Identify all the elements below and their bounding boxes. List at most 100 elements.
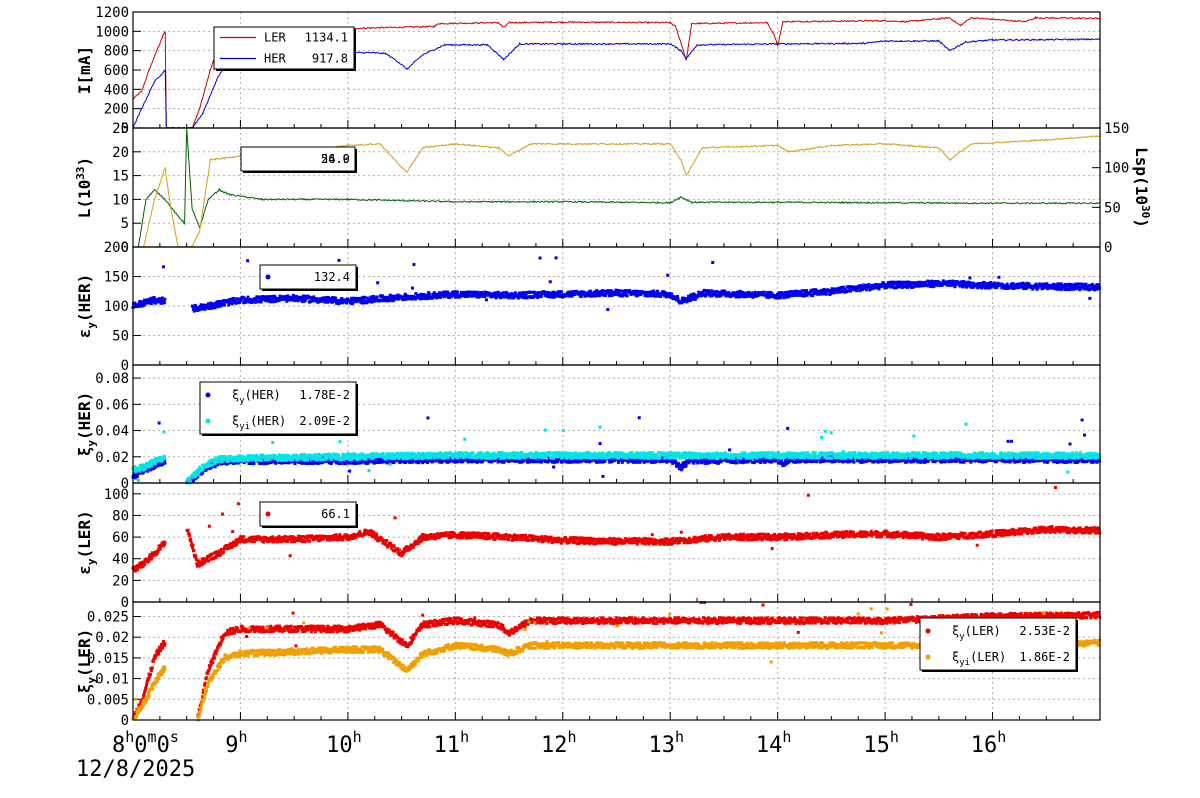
y2-tick-label: 50 [1104, 200, 1121, 216]
data-point [222, 303, 226, 307]
data-point [538, 256, 542, 260]
y-tick-label: 5 [121, 216, 129, 232]
data-point [348, 469, 352, 473]
data-point [692, 461, 696, 465]
y-tick-label: 50 [112, 329, 129, 345]
y-axis-label: I[mA] [75, 46, 94, 94]
data-point [1096, 283, 1100, 287]
data-point [753, 290, 757, 294]
data-point [135, 475, 139, 479]
y-tick-label: 0.06 [95, 397, 129, 413]
data-point [598, 442, 602, 446]
data-point [501, 291, 505, 295]
data-point [455, 290, 459, 294]
y-axis-label: εy(HER) [75, 274, 98, 338]
grid [133, 127, 1100, 247]
data-point [388, 462, 392, 466]
data-point [375, 295, 379, 299]
data-point [852, 460, 856, 464]
data-point [484, 298, 488, 302]
data-point [136, 478, 140, 482]
data-point [410, 286, 414, 290]
data-point [325, 457, 329, 461]
data-point [367, 469, 371, 473]
data-point [684, 463, 688, 467]
legend-label: LER [264, 31, 286, 45]
data-point [490, 460, 494, 464]
data-point [606, 308, 610, 312]
data-point [157, 421, 161, 425]
data-point [150, 464, 154, 468]
legend-value: 1134.1 [305, 31, 348, 45]
series-L [137, 127, 1101, 248]
data-point [800, 289, 804, 293]
data-point [412, 263, 416, 267]
data-point [163, 461, 167, 465]
y-tick-label: 150 [104, 270, 129, 286]
data-point [363, 295, 367, 299]
data-point [676, 296, 680, 300]
data-point [439, 295, 443, 299]
data-point [162, 430, 166, 434]
data-point [463, 437, 467, 441]
data-point [656, 289, 660, 293]
data-point [603, 459, 607, 463]
data-point [161, 265, 165, 269]
legend: 132.4 [259, 264, 358, 291]
y-tick-label: 100 [104, 299, 129, 315]
data-point [532, 290, 536, 294]
y-tick-label: 200 [104, 240, 129, 256]
y-tick-label: 1000 [95, 24, 129, 40]
data-point [824, 292, 828, 296]
data-point [163, 297, 167, 301]
y-tick-label: 0.08 [95, 371, 129, 387]
data-point [1006, 439, 1010, 443]
data-point [786, 426, 790, 430]
y-tick-label: 20 [112, 145, 129, 161]
series-line [137, 127, 1101, 248]
data-point [637, 416, 641, 420]
data-point [163, 456, 167, 460]
data-point [1010, 439, 1014, 443]
data-point [446, 456, 450, 460]
y-tick-label: 10 [112, 192, 129, 208]
legend: LER 1134.1HER 917.8 [213, 26, 356, 71]
data-point [456, 455, 460, 459]
data-point [539, 295, 543, 299]
data-point [728, 448, 732, 452]
y-tick-label: 15 [112, 169, 129, 185]
data-point [271, 440, 275, 444]
data-point [301, 461, 305, 465]
legend: 24.956.0 [240, 146, 357, 173]
y-tick-label: 0.02 [95, 450, 129, 466]
y-axis-label: L(1033) [74, 157, 94, 218]
y-tick-label: 200 [104, 102, 129, 118]
panel-frame [132, 127, 1101, 248]
data-point [666, 273, 670, 277]
panel-emit-her: 050100150200εy(HER) 132.4 [75, 240, 1102, 374]
legend-value: 56.0 [321, 152, 350, 166]
data-point [554, 256, 558, 260]
data-point [141, 463, 145, 467]
data-point [601, 474, 605, 478]
data-point [1068, 442, 1072, 446]
y2-tick-label: 150 [1104, 121, 1129, 137]
data-point [427, 293, 431, 297]
data-point [1080, 418, 1084, 422]
data-point [711, 261, 715, 265]
y2-tick-label: 100 [1104, 161, 1129, 177]
data-point [246, 259, 250, 263]
data-point [201, 468, 205, 472]
data-point [559, 290, 563, 294]
y2-axis-label: Lsp(1030) [1132, 147, 1152, 228]
data-point [1083, 433, 1087, 437]
data-point [306, 458, 310, 462]
y-tick-label: 0.04 [95, 424, 129, 440]
data-point [520, 451, 524, 455]
data-point [338, 440, 342, 444]
data-point [997, 275, 1001, 279]
data-point [1088, 296, 1092, 300]
data-point [259, 458, 263, 462]
chart-canvas: 020040060080010001200I[mA]LER 1134.1HER 91… [74, 5, 1152, 782]
data-point [426, 416, 430, 420]
